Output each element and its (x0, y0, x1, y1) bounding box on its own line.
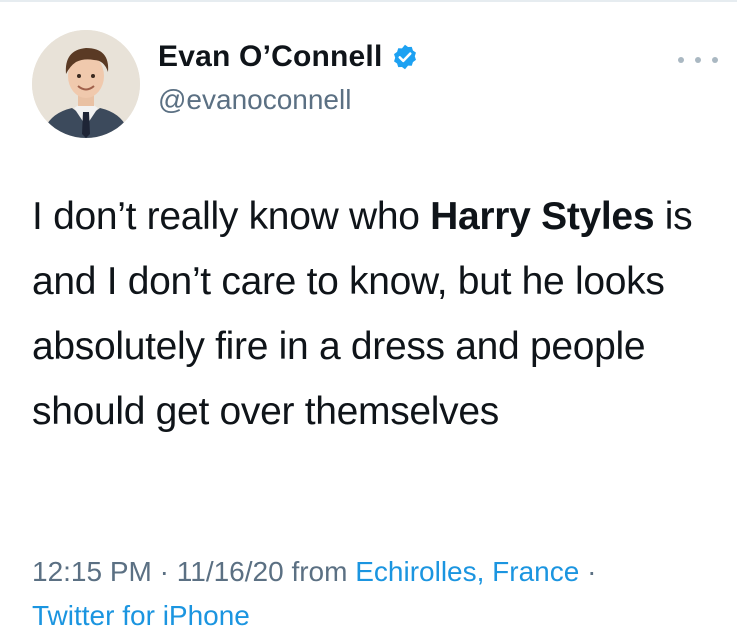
meta-separator-2: · (579, 556, 597, 587)
dot (695, 57, 701, 63)
dot (678, 57, 684, 63)
divider (0, 0, 737, 2)
profile-photo-icon (32, 30, 140, 138)
dot (712, 57, 718, 63)
avatar[interactable] (32, 30, 140, 138)
username-handle[interactable]: @evanoconnell (158, 84, 351, 116)
more-dots-icon[interactable] (678, 52, 718, 68)
tweet-meta: 12:15 PM · 11/16/20 from Echirolles, Fra… (32, 550, 712, 638)
author-name-row[interactable]: Evan O’Connell (158, 40, 419, 74)
verified-badge-icon (393, 44, 416, 70)
tweet-date[interactable]: 11/16/20 (177, 556, 284, 587)
tweet-time[interactable]: 12:15 PM (32, 556, 152, 587)
tweet-text-bold: Harry Styles (430, 195, 655, 238)
meta-separator: · (151, 556, 177, 587)
from-label: from (283, 556, 356, 587)
display-name[interactable]: Evan O’Connell (158, 40, 383, 74)
tweet-text-part1: I don’t really know who (32, 195, 431, 238)
tweet-text: I don’t really know who Harry Styles is … (32, 184, 712, 444)
source-link[interactable]: Twitter for iPhone (32, 600, 250, 631)
location-link[interactable]: Echirolles, France (355, 556, 579, 587)
